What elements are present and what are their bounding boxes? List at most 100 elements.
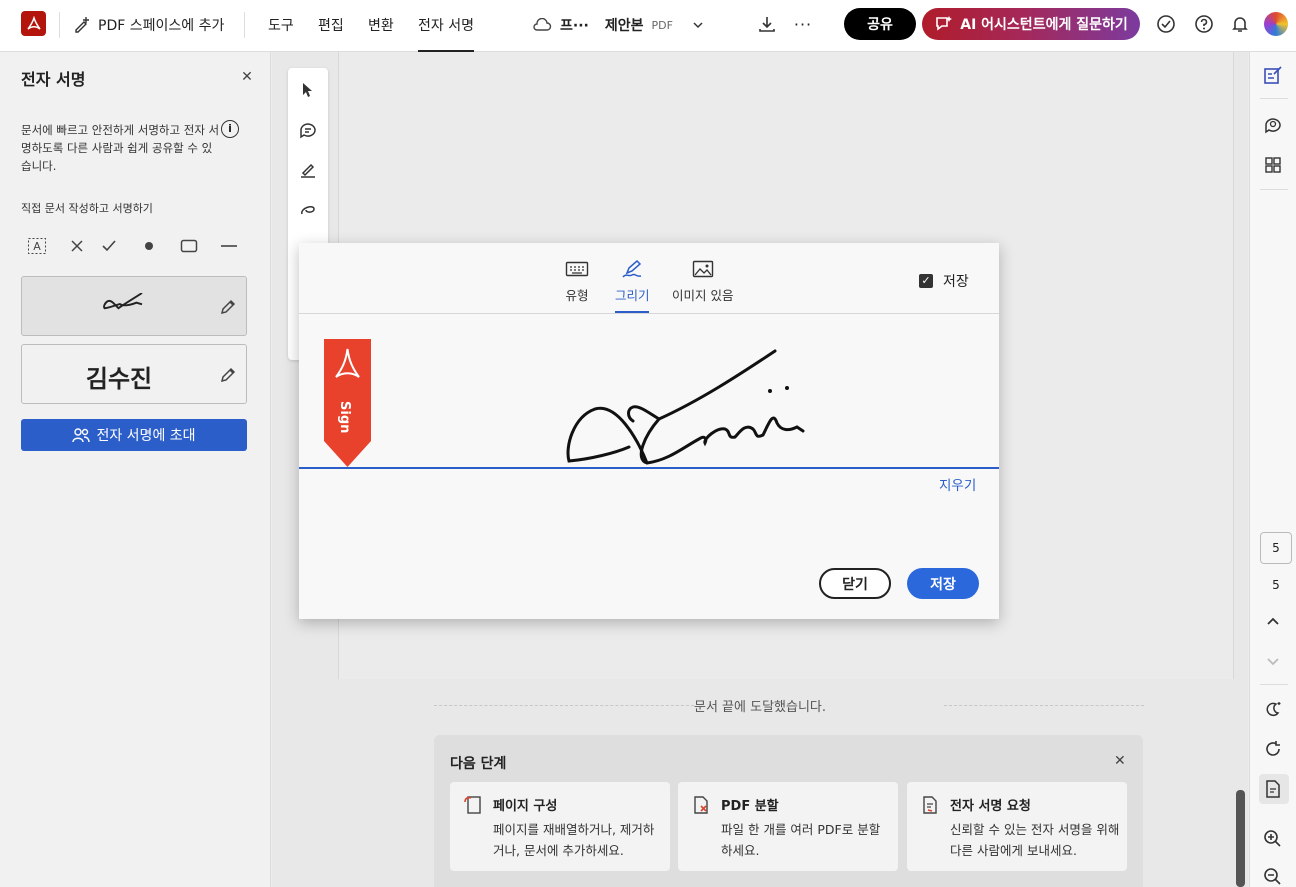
thumbnails-icon[interactable]: [1262, 154, 1284, 176]
more-options-icon[interactable]: ···: [792, 13, 814, 35]
cloud-icon: [533, 18, 552, 31]
drawn-signature[interactable]: [559, 343, 859, 473]
esign-panel: 전자 서명 ✕ 문서에 빠르고 안전하게 서명하고 전자 서명하도록 다른 사람…: [0, 52, 271, 887]
menu-convert[interactable]: 변환: [368, 14, 394, 36]
save-button[interactable]: 저장: [907, 568, 979, 599]
save-signature-checkbox[interactable]: ✓ 저장: [919, 271, 969, 291]
signature-baseline: [299, 467, 999, 469]
tab-image[interactable]: 이미지 있음: [672, 259, 733, 304]
initials-name: 김수진: [85, 365, 153, 393]
line-icon[interactable]: [219, 236, 239, 256]
edit-pencil-icon[interactable]: [218, 365, 238, 385]
close-button[interactable]: 닫기: [819, 568, 891, 599]
next-steps-panel: 다음 단계 ✕ 페이지 구성 페이지를 재배열하거나, 제거하거나, 문서에 추…: [434, 735, 1143, 887]
clear-signature-link[interactable]: 지우기: [939, 474, 976, 494]
next-steps-title: 다음 단계: [450, 756, 507, 772]
user-avatar[interactable]: [1264, 12, 1288, 36]
document-title[interactable]: 프··· 제안본 PDF: [532, 14, 705, 36]
info-icon[interactable]: i: [221, 120, 239, 138]
end-of-document-note: 문서 끝에 도달했습니다.: [694, 700, 826, 715]
comments-icon[interactable]: [1262, 114, 1284, 136]
help-icon[interactable]: [1193, 13, 1215, 35]
close-icon[interactable]: ✕: [1114, 753, 1126, 769]
document-properties-icon[interactable]: [1262, 778, 1284, 800]
next-step-card[interactable]: PDF 분할 파일 한 개를 여러 PDF로 분할하세요.: [678, 782, 898, 871]
tab-draw[interactable]: 그리기: [615, 259, 650, 304]
tab-type[interactable]: 유형: [565, 259, 589, 304]
text-field-icon[interactable]: A: [27, 236, 47, 256]
card-title: 페이지 구성: [493, 799, 558, 814]
ai-chat-icon: [936, 16, 953, 31]
checkbox-checked-icon: ✓: [919, 274, 933, 288]
tab-label: 그리기: [615, 288, 650, 303]
dot-icon[interactable]: [139, 236, 159, 256]
divider: [299, 313, 999, 314]
menu-edit[interactable]: 편집: [318, 14, 344, 36]
zoom-out-icon[interactable]: [1262, 866, 1284, 887]
tab-label: 이미지 있음: [672, 288, 734, 303]
svg-text:A: A: [33, 240, 41, 253]
card-title: PDF 분할: [721, 799, 779, 814]
highlight-pen-icon[interactable]: [298, 160, 318, 180]
next-step-card[interactable]: 페이지 구성 페이지를 재배열하거나, 제거하거나, 문서에 추가하세요.: [450, 782, 670, 871]
freehand-icon[interactable]: [298, 200, 318, 220]
card-description: 신뢰할 수 있는 전자 서명을 위해 다른 사람에게 보내세요.: [950, 822, 1120, 858]
right-rail: 5 5: [1249, 52, 1296, 887]
card-description: 파일 한 개를 여러 PDF로 분할하세요.: [721, 822, 881, 858]
checkmark-icon[interactable]: [99, 236, 119, 256]
request-signature-icon: [923, 796, 937, 814]
invite-label: 전자 서명에 초대: [96, 428, 196, 444]
rectangle-icon[interactable]: [179, 236, 199, 256]
cross-mark-icon[interactable]: [67, 236, 87, 256]
share-button[interactable]: 공유: [844, 8, 916, 40]
brightness-icon[interactable]: [1262, 698, 1284, 720]
save-checkbox-label: 저장: [943, 274, 969, 290]
initials-card[interactable]: 김수진: [21, 344, 247, 404]
doc-name: 제안본: [604, 18, 644, 34]
edit-document-icon[interactable]: [1262, 64, 1284, 86]
card-title: 전자 서명 요청: [950, 799, 1031, 814]
menu-tools[interactable]: 도구: [268, 14, 294, 36]
close-icon[interactable]: ✕: [238, 68, 256, 86]
add-space-label: PDF 스페이스에 추가: [98, 18, 225, 34]
bell-icon[interactable]: [1229, 13, 1251, 35]
add-space-icon: [75, 17, 89, 33]
ai-assistant-label: AI 어시스턴트에게 질문하기: [960, 17, 1128, 33]
pen-draw-icon: [622, 259, 642, 278]
signature-dialog: 유형 그리기 이미지 있음 ✓ 저장 Sign 지우기 닫기 저장: [299, 243, 999, 619]
check-circle-icon[interactable]: [1155, 13, 1177, 35]
panel-description: 문서에 빠르고 안전하게 서명하고 전자 서명하도록 다른 사람과 쉽게 공유할…: [21, 123, 220, 173]
signature-card[interactable]: [21, 276, 247, 336]
comment-icon[interactable]: [298, 120, 318, 140]
zoom-in-icon[interactable]: [1262, 828, 1284, 850]
menu-esign[interactable]: 전자 서명: [418, 14, 474, 52]
rotate-icon[interactable]: [1262, 738, 1284, 760]
people-icon: [72, 428, 91, 443]
next-step-card[interactable]: 전자 서명 요청 신뢰할 수 있는 전자 서명을 위해 다른 사람에게 보내세요…: [907, 782, 1127, 871]
bookmark-text: Sign: [337, 401, 352, 433]
chevron-down-icon: [693, 22, 703, 29]
current-page-input[interactable]: 5: [1260, 532, 1292, 564]
divider: [59, 12, 60, 38]
image-icon: [692, 260, 713, 278]
sign-here-bookmark: Sign: [324, 339, 371, 467]
scrollbar-thumb[interactable]: [1236, 790, 1245, 887]
acrobat-logo-icon[interactable]: [21, 11, 46, 36]
doc-type: PDF: [651, 18, 673, 32]
divider: [244, 12, 245, 38]
doc-title-short: 프···: [560, 18, 589, 34]
add-to-space-button[interactable]: PDF 스페이스에 추가: [72, 12, 224, 38]
select-cursor-icon[interactable]: [298, 80, 318, 100]
download-icon[interactable]: [756, 13, 778, 35]
divider: [1260, 189, 1288, 190]
panel-title: 전자 서명: [21, 70, 86, 89]
invite-to-esign-button[interactable]: 전자 서명에 초대: [21, 419, 247, 451]
page-organize-icon: [464, 796, 481, 814]
panel-subheading: 직접 문서 작성하고 서명하기: [21, 202, 153, 215]
edit-pencil-icon[interactable]: [218, 297, 238, 317]
chevron-up-icon[interactable]: [1262, 610, 1284, 632]
split-pdf-icon: [694, 796, 708, 814]
chevron-down-icon[interactable]: [1262, 650, 1284, 672]
keyboard-icon: [565, 261, 589, 277]
ai-assistant-button[interactable]: AI 어시스턴트에게 질문하기: [922, 8, 1140, 40]
